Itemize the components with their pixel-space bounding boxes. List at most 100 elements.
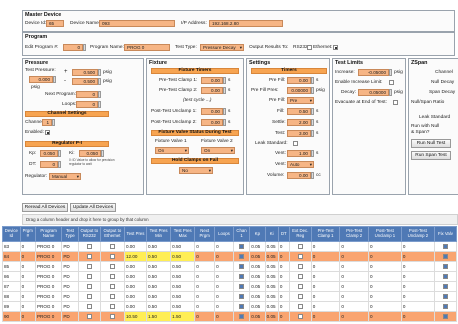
test-pressure-plus-field[interactable]: 0.500 (72, 69, 98, 76)
grid-cell[interactable]: 0 (367, 271, 402, 282)
grid-cell[interactable]: 0 (277, 251, 290, 262)
grid-cell[interactable]: 0 (214, 251, 234, 262)
hold-clamps-select[interactable]: No (179, 167, 213, 174)
grid-checkbox-cell[interactable] (77, 281, 101, 292)
grid-cell[interactable]: 0.05 (249, 301, 266, 312)
grid-checkbox[interactable] (297, 244, 303, 250)
grid-cell[interactable]: 0 (19, 241, 36, 252)
edit-program-field[interactable]: 0 (63, 44, 83, 51)
table-row[interactable]: 86 0 PROG 0 PD 0.00 0.50 0.50 0 0 0.05 0.05 0 0 0 0 0 (2, 271, 458, 282)
grid-cell[interactable]: 0 (277, 271, 290, 282)
grid-cell[interactable]: 0 (310, 271, 341, 282)
kp-field[interactable]: 0.050 (40, 150, 58, 157)
grid-checkbox[interactable] (297, 264, 303, 270)
grid-checkbox[interactable] (442, 254, 448, 260)
column-header[interactable]: Next Prgm (194, 226, 216, 242)
pretest-clamp1-spinner[interactable] (223, 77, 226, 84)
grid-cell[interactable]: 0 (19, 291, 36, 302)
grid-cell[interactable]: 0 (367, 311, 402, 322)
decay-spinner[interactable] (389, 89, 392, 96)
grid-cell[interactable]: 0.00 (123, 261, 147, 272)
grid-cell[interactable]: 0 (194, 271, 216, 282)
posttest-unclamp2-spinner[interactable] (223, 119, 226, 126)
grid-cell[interactable]: 0 (19, 301, 36, 312)
grid-cell[interactable]: 0.50 (170, 281, 196, 292)
device-name-field[interactable]: 093 (99, 20, 175, 27)
grid-cell[interactable]: 0 (19, 261, 36, 272)
grid-cell[interactable]: 0.50 (145, 301, 172, 312)
column-header[interactable]: Ki (264, 226, 279, 242)
grid-checkbox[interactable] (109, 284, 115, 290)
grid-cell[interactable]: 0 (277, 301, 290, 312)
grid-checkbox[interactable] (86, 314, 92, 320)
grid-cell[interactable]: 0 (277, 291, 290, 302)
prefill-pres-spinner[interactable] (311, 87, 314, 94)
grid-cell[interactable]: PROG 0 (34, 281, 63, 292)
grid-checkbox[interactable] (86, 274, 92, 280)
grid-checkbox-cell[interactable] (232, 261, 251, 272)
grid-checkbox-cell[interactable] (99, 251, 125, 262)
grid-cell[interactable]: 0 (194, 261, 216, 272)
grid-cell[interactable]: 0 (19, 271, 36, 282)
grid-cell[interactable]: 0 (310, 241, 341, 252)
grid-checkbox[interactable] (442, 304, 448, 310)
grid-cell[interactable]: 0 (214, 301, 234, 312)
leak-standard-checkbox[interactable] (293, 141, 298, 146)
grid-checkbox[interactable] (239, 264, 244, 270)
table-row[interactable]: 84 0 PROG 0 PD 12.00 0.50 0.50 0 0 0.05 0.05 0 0 0 0 0 (2, 251, 458, 262)
grid-cell[interactable]: 85 (2, 261, 21, 272)
column-header[interactable]: Program Name (34, 226, 63, 242)
grid-cell[interactable]: 0 (339, 291, 369, 302)
grid-checkbox-cell[interactable] (77, 251, 101, 262)
grid-checkbox-cell[interactable] (77, 311, 101, 322)
grid-checkbox[interactable] (109, 294, 115, 300)
grid-cell[interactable]: 0 (214, 281, 234, 292)
grid-checkbox[interactable] (297, 294, 303, 300)
grid-checkbox-cell[interactable] (99, 271, 125, 282)
column-header[interactable]: DT (277, 226, 290, 242)
grid-cell[interactable]: 0 (310, 311, 341, 322)
grid-cell[interactable]: 0 (194, 241, 216, 252)
grid-checkbox-cell[interactable] (433, 311, 458, 322)
pretest-clamp2-field[interactable]: 0.00 (201, 87, 223, 94)
increase-field[interactable]: -0.05000 (358, 69, 389, 76)
increase-spinner[interactable] (389, 69, 392, 76)
column-header[interactable]: Kp (249, 226, 266, 242)
column-header[interactable]: Post-Test Unclamp 1 (367, 226, 402, 242)
grid-cell[interactable]: 0.05 (264, 271, 279, 282)
evacuate-checkbox[interactable] (393, 100, 398, 105)
grid-cell[interactable]: 0.05 (249, 271, 266, 282)
grid-cell[interactable]: 0 (19, 251, 36, 262)
fill-field[interactable]: 0.50 (287, 108, 311, 115)
program-name-field[interactable]: PROG 0 (124, 44, 170, 51)
grid-cell[interactable]: 0.00 (123, 241, 147, 252)
vent-mode-select[interactable]: Auto (287, 161, 314, 168)
grid-checkbox-cell[interactable] (99, 241, 125, 252)
ki-field[interactable]: 0.050 (79, 150, 101, 157)
grid-checkbox[interactable] (442, 294, 448, 300)
grid-cell[interactable]: 0 (19, 281, 36, 292)
grid-checkbox-cell[interactable] (433, 251, 458, 262)
grid-checkbox[interactable] (109, 274, 115, 280)
grid-cell[interactable]: 90 (2, 311, 21, 322)
grid-cell[interactable]: 0 (367, 241, 402, 252)
fill-spinner[interactable] (311, 108, 314, 115)
grid-cell[interactable]: 0 (277, 241, 290, 252)
grid-checkbox-cell[interactable] (99, 291, 125, 302)
grid-cell[interactable]: 0 (367, 301, 402, 312)
grid-cell[interactable]: 0 (339, 251, 369, 262)
column-header[interactable]: Test Pres Min (145, 226, 172, 242)
grid-checkbox[interactable] (86, 294, 92, 300)
test-pressure-minus-field[interactable]: 0.500 (72, 78, 98, 85)
grid-checkbox-cell[interactable] (99, 301, 125, 312)
prefill-pres-field[interactable]: 0.00000 (287, 87, 311, 94)
grid-checkbox-cell[interactable] (77, 261, 101, 272)
grid-checkbox-cell[interactable] (232, 271, 251, 282)
grid-cell[interactable]: 0.50 (145, 241, 172, 252)
grid-cell[interactable]: 0 (19, 311, 36, 322)
grid-cell[interactable]: 0 (339, 261, 369, 272)
grid-checkbox-cell[interactable] (433, 271, 458, 282)
column-header[interactable]: Test Pres (123, 226, 147, 242)
column-header[interactable]: Test Pres Max (170, 226, 196, 242)
grid-cell[interactable]: 0.50 (170, 241, 196, 252)
